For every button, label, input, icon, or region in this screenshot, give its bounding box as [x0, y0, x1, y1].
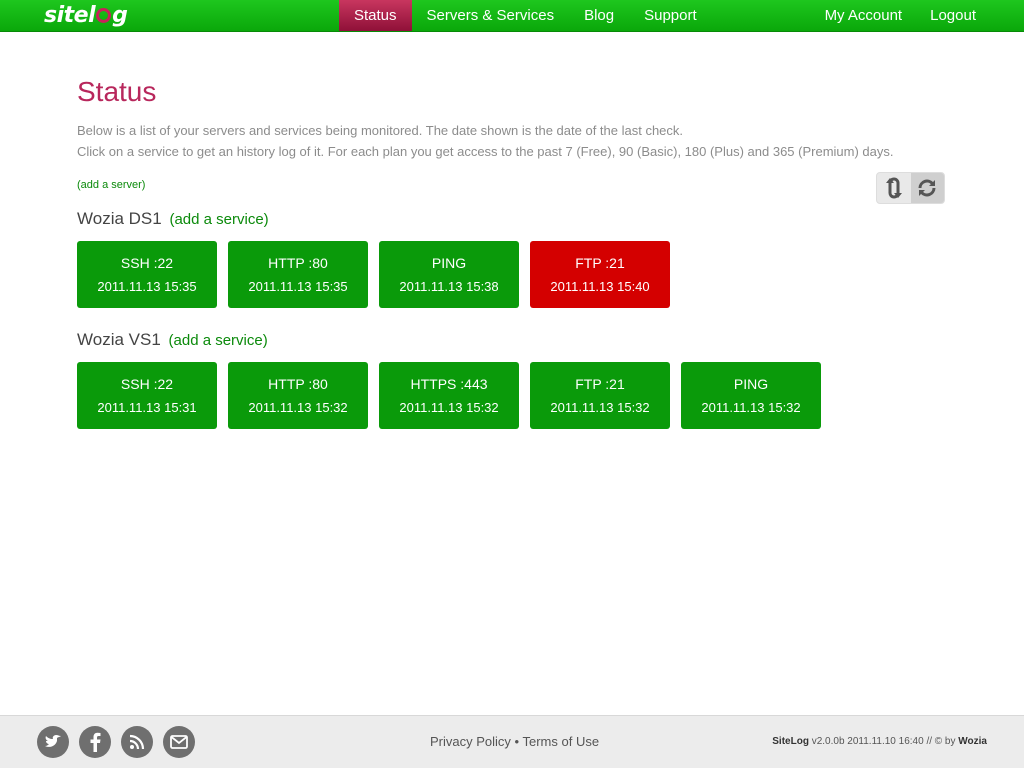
nav-support[interactable]: Support	[629, 0, 712, 31]
service-last-check: 2011.11.13 15:40	[550, 278, 650, 294]
add-server-link[interactable]: (add a server)	[77, 179, 145, 191]
service-tile[interactable]: HTTP :80 2011.11.13 15:35	[228, 241, 368, 308]
service-last-check: 2011.11.13 15:38	[399, 278, 499, 294]
auto-refresh-button[interactable]	[910, 173, 944, 203]
mail-icon[interactable]	[163, 726, 195, 758]
footer-links: Privacy Policy • Terms of Use	[430, 734, 599, 749]
service-last-check: 2011.11.13 15:32	[550, 399, 650, 415]
service-label: HTTP :80	[268, 375, 328, 392]
service-tiles: SSH :22 2011.11.13 15:31 HTTP :80 2011.1…	[77, 362, 832, 429]
server-header: Wozia VS1 (add a service)	[77, 330, 832, 351]
facebook-f-glyph	[90, 732, 101, 752]
intro-line-2: Click on a service to get an history log…	[77, 144, 894, 159]
service-tile-down[interactable]: FTP :21 2011.11.13 15:40	[530, 241, 670, 308]
intro-line-1: Below is a list of your servers and serv…	[77, 123, 684, 138]
service-label: PING	[431, 254, 467, 271]
footer-brand: SiteLog	[772, 736, 809, 747]
sync-icon	[918, 179, 936, 197]
server-name: Wozia VS1	[77, 330, 161, 349]
envelope-glyph	[170, 735, 188, 749]
service-last-check: 2011.11.13 15:32	[701, 399, 801, 415]
nav-servers-services[interactable]: Servers & Services	[412, 0, 570, 31]
service-label: FTP :21	[575, 375, 625, 392]
nav-logout[interactable]: Logout	[916, 0, 990, 31]
nav-blog[interactable]: Blog	[569, 0, 629, 31]
nav-my-account[interactable]: My Account	[811, 0, 917, 31]
service-tile[interactable]: PING 2011.11.13 15:32	[681, 362, 821, 429]
service-tile[interactable]: FTP :21 2011.11.13 15:32	[530, 362, 670, 429]
logo-text-start: sitel	[44, 3, 96, 28]
account-nav: My Account Logout	[811, 0, 990, 32]
logo-text-end: g	[112, 3, 128, 28]
twitter-icon[interactable]	[37, 726, 69, 758]
privacy-policy-link[interactable]: Privacy Policy	[430, 734, 511, 749]
service-tiles: SSH :22 2011.11.13 15:35 HTTP :80 2011.1…	[77, 241, 681, 308]
service-label: SSH :22	[120, 254, 174, 271]
service-tile[interactable]: SSH :22 2011.11.13 15:35	[77, 241, 217, 308]
main-nav: Status Servers & Services Blog Support	[339, 0, 712, 32]
server-group: Wozia DS1 (add a service) SSH :22 2011.1…	[77, 209, 681, 308]
footer-version-info: SiteLog v2.0.0b 2011.11.10 16:40 // © by…	[772, 736, 987, 747]
server-name: Wozia DS1	[77, 209, 162, 228]
service-label: HTTP :80	[268, 254, 328, 271]
manual-refresh-button[interactable]	[877, 173, 911, 203]
main-content: Status Below is a list of your servers a…	[77, 32, 947, 429]
service-last-check: 2011.11.13 15:35	[97, 278, 197, 294]
facebook-icon[interactable]	[79, 726, 111, 758]
sitelog-logo[interactable]: sitel g	[44, 2, 128, 30]
service-last-check: 2011.11.13 15:32	[399, 399, 499, 415]
add-service-link[interactable]: (add a service)	[169, 211, 268, 228]
intro-text: Below is a list of your servers and serv…	[77, 120, 947, 162]
service-label: HTTPS :443	[410, 375, 488, 392]
server-group: Wozia VS1 (add a service) SSH :22 2011.1…	[77, 330, 832, 429]
refresh-arrows-icon	[885, 177, 902, 199]
footer-separator: •	[514, 734, 520, 749]
service-last-check: 2011.11.13 15:31	[97, 399, 197, 415]
rss-glyph	[129, 734, 145, 750]
nav-status[interactable]: Status	[339, 0, 412, 31]
footer-company[interactable]: Wozia	[958, 736, 987, 747]
logo-o-ring-icon	[96, 8, 112, 23]
twitter-bird-glyph	[45, 735, 61, 747]
refresh-toggle-group	[876, 172, 945, 204]
add-service-link[interactable]: (add a service)	[169, 332, 268, 349]
social-links	[37, 726, 205, 758]
footer: Privacy Policy • Terms of Use SiteLog v2…	[0, 715, 1024, 768]
service-tile[interactable]: PING 2011.11.13 15:38	[379, 241, 519, 308]
service-label: SSH :22	[120, 375, 174, 392]
service-tile[interactable]: SSH :22 2011.11.13 15:31	[77, 362, 217, 429]
service-tile[interactable]: HTTPS :443 2011.11.13 15:32	[379, 362, 519, 429]
service-label: FTP :21	[575, 254, 625, 271]
top-navbar: sitel g Status Servers & Services Blog Su…	[0, 0, 1024, 32]
server-header: Wozia DS1 (add a service)	[77, 209, 681, 230]
rss-icon[interactable]	[121, 726, 153, 758]
service-last-check: 2011.11.13 15:32	[248, 399, 348, 415]
service-label: PING	[733, 375, 769, 392]
service-last-check: 2011.11.13 15:35	[248, 278, 348, 294]
service-tile[interactable]: HTTP :80 2011.11.13 15:32	[228, 362, 368, 429]
footer-version: v2.0.0b 2011.11.10 16:40 // © by	[811, 736, 956, 747]
terms-of-use-link[interactable]: Terms of Use	[523, 734, 600, 749]
page-title: Status	[77, 76, 157, 107]
